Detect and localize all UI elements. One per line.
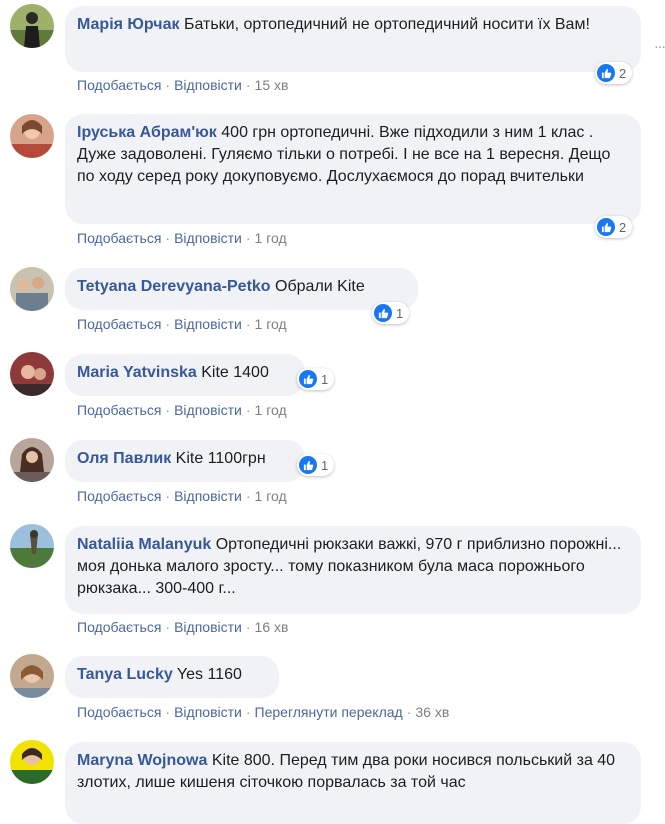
like-reaction-icon bbox=[597, 218, 615, 236]
separator: · bbox=[165, 230, 171, 246]
comment-bubble: Марія Юрчак Батьки, ортопедичний не орто… bbox=[65, 6, 641, 72]
like-link[interactable]: Подобається bbox=[77, 488, 161, 504]
comment-bubble: Maria Yatvinska Kite 1400 bbox=[65, 354, 305, 396]
comment-bubble: Nataliia Malanyuk Ортопедичні рюкзаки ва… bbox=[65, 526, 641, 614]
avatar[interactable] bbox=[10, 114, 54, 158]
separator: · bbox=[165, 77, 171, 93]
comment-thread: Марія Юрчак Батьки, ортопедичний не орто… bbox=[0, 0, 665, 824]
comment-time[interactable]: 15 хв bbox=[255, 77, 289, 93]
reply-link[interactable]: Відповісти bbox=[174, 619, 242, 635]
separator: · bbox=[245, 316, 251, 332]
separator: · bbox=[245, 230, 251, 246]
comment-author[interactable]: Nataliia Malanyuk bbox=[77, 536, 211, 553]
reaction-count: 2 bbox=[619, 219, 627, 235]
comment-text: Обрали Kite bbox=[275, 278, 365, 295]
comment-author[interactable]: Maria Yatvinska bbox=[77, 364, 197, 381]
reaction-summary[interactable]: 2 bbox=[595, 62, 633, 84]
like-link[interactable]: Подобається bbox=[77, 230, 161, 246]
avatar[interactable] bbox=[10, 352, 54, 396]
comment-bubble: Tanya Lucky Yes 1160 bbox=[65, 656, 279, 698]
avatar[interactable] bbox=[10, 740, 54, 784]
reaction-summary[interactable]: 1 bbox=[297, 454, 335, 476]
like-link[interactable]: Подобається bbox=[77, 402, 161, 418]
comment-bubble: Оля Павлик Kite 1100грн bbox=[65, 440, 305, 482]
comment-actions: Подобається · Відповісти · 1 год bbox=[77, 402, 287, 418]
comment-author[interactable]: Оля Павлик bbox=[77, 450, 171, 467]
reply-link[interactable]: Відповісти bbox=[174, 402, 242, 418]
comment-time[interactable]: 1 год bbox=[255, 316, 287, 332]
like-link[interactable]: Подобається bbox=[77, 77, 161, 93]
reply-link[interactable]: Відповісти bbox=[174, 704, 242, 720]
separator: · bbox=[245, 704, 251, 720]
separator: · bbox=[165, 619, 171, 635]
like-reaction-icon bbox=[374, 304, 392, 322]
comment-actions: Подобається · Відповісти · 15 хв bbox=[77, 77, 288, 93]
reaction-count: 1 bbox=[321, 371, 329, 387]
reaction-count: 1 bbox=[321, 457, 329, 473]
like-link[interactable]: Подобається bbox=[77, 619, 161, 635]
comment-actions: Подобається · Відповісти · 1 год bbox=[77, 230, 287, 246]
separator: · bbox=[406, 704, 412, 720]
more-options-icon[interactable]: ··· bbox=[654, 38, 665, 54]
like-link[interactable]: Подобається bbox=[77, 316, 161, 332]
like-reaction-icon bbox=[299, 456, 317, 474]
like-reaction-icon bbox=[299, 370, 317, 388]
reaction-count: 1 bbox=[396, 305, 404, 321]
like-reaction-icon bbox=[597, 64, 615, 82]
comment-actions: Подобається · Відповісти · 1 год bbox=[77, 316, 287, 332]
separator: · bbox=[165, 488, 171, 504]
comment-actions: Подобається · Відповісти · Переглянути перек… bbox=[77, 704, 449, 720]
avatar[interactable] bbox=[10, 438, 54, 482]
comment-text: Yes 1160 bbox=[176, 666, 242, 683]
reaction-summary[interactable]: 1 bbox=[372, 302, 410, 324]
avatar[interactable] bbox=[10, 654, 54, 698]
reply-link[interactable]: Відповісти bbox=[174, 316, 242, 332]
comment-actions: Подобається · Відповісти · 1 год bbox=[77, 488, 287, 504]
comment-text: Kite 1100грн bbox=[175, 450, 266, 467]
avatar[interactable] bbox=[10, 524, 54, 568]
comment-time[interactable]: 16 хв bbox=[255, 619, 289, 635]
see-translation-link[interactable]: Переглянути переклад bbox=[255, 704, 403, 720]
reaction-count: 2 bbox=[619, 65, 627, 81]
separator: · bbox=[165, 704, 171, 720]
comment-time[interactable]: 36 хв bbox=[415, 704, 449, 720]
comment-time[interactable]: 1 год bbox=[255, 488, 287, 504]
reply-link[interactable]: Відповісти bbox=[174, 488, 242, 504]
avatar[interactable] bbox=[10, 267, 54, 311]
separator: · bbox=[245, 77, 251, 93]
like-link[interactable]: Подобається bbox=[77, 704, 161, 720]
reply-link[interactable]: Відповісти bbox=[174, 77, 242, 93]
comment-text: Kite 1400 bbox=[201, 364, 269, 381]
reaction-summary[interactable]: 2 bbox=[595, 216, 633, 238]
comment-author[interactable]: Марія Юрчак bbox=[77, 16, 180, 33]
comment-author[interactable]: Tanya Lucky bbox=[77, 666, 173, 683]
comment-time[interactable]: 1 год bbox=[255, 402, 287, 418]
reaction-summary[interactable]: 1 bbox=[297, 368, 335, 390]
comment-bubble: Tetyana Derevyana-Petko Обрали Kite bbox=[65, 268, 418, 310]
separator: · bbox=[165, 316, 171, 332]
comment-author[interactable]: Tetyana Derevyana-Petko bbox=[77, 278, 271, 295]
comment-author[interactable]: Іруська Абрам'юк bbox=[77, 124, 217, 141]
avatar[interactable] bbox=[10, 4, 54, 48]
separator: · bbox=[245, 402, 251, 418]
comment-actions: Подобається · Відповісти · 16 хв bbox=[77, 619, 288, 635]
separator: · bbox=[245, 488, 251, 504]
separator: · bbox=[245, 619, 251, 635]
comment-author[interactable]: Maryna Wojnowa bbox=[77, 752, 207, 769]
comment-bubble: Іруська Абрам'юк 400 грн ортопедичні. Вж… bbox=[65, 114, 641, 224]
separator: · bbox=[165, 402, 171, 418]
comment-bubble: Maryna Wojnowa Kite 800. Перед тим два р… bbox=[65, 742, 641, 824]
comment-time[interactable]: 1 год bbox=[255, 230, 287, 246]
reply-link[interactable]: Відповісти bbox=[174, 230, 242, 246]
comment-text: Батьки, ортопедичний не ортопедичний нос… bbox=[183, 16, 590, 33]
